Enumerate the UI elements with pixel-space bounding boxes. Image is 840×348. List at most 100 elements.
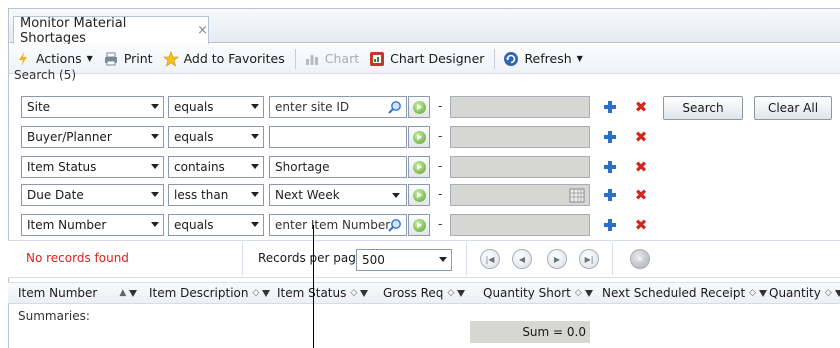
- operator-select[interactable]: equals: [168, 214, 264, 236]
- chevron-down-icon: [251, 134, 259, 139]
- chart-designer-button[interactable]: Chart Designer: [369, 51, 484, 67]
- go-arrow-icon: [412, 188, 426, 202]
- actions-menu[interactable]: Actions ▼: [15, 51, 93, 67]
- range-end-field: [450, 214, 590, 236]
- chevron-down-icon: [439, 257, 447, 262]
- operator-value: equals: [174, 218, 214, 232]
- field-select[interactable]: Item Status: [21, 156, 164, 178]
- sort-icon[interactable]: ◇: [350, 288, 357, 298]
- chart-designer-icon: [370, 51, 385, 66]
- column-quantity[interactable]: Quantity ◇: [769, 286, 840, 300]
- toolbar-divider: [494, 48, 496, 69]
- lookup-search-icon[interactable]: [387, 100, 402, 115]
- sort-icon[interactable]: ◇: [447, 288, 454, 298]
- sort-ascending-icon[interactable]: ▲: [119, 288, 126, 298]
- column-label: Item Description: [149, 286, 249, 300]
- first-page-icon[interactable]: |◀: [480, 249, 500, 269]
- calendar-icon[interactable]: [569, 188, 585, 203]
- column-item-description[interactable]: Item Description ◇: [149, 286, 271, 300]
- print-label: Print: [123, 51, 153, 66]
- cancel-icon[interactable]: ✕: [630, 249, 650, 269]
- remove-criteria-icon[interactable]: ✖: [634, 160, 648, 175]
- value-input[interactable]: [269, 126, 407, 148]
- column-item-number[interactable]: Item Number ▲: [18, 286, 138, 300]
- records-per-page-select[interactable]: 500: [356, 249, 452, 271]
- toolbar-divider: [294, 48, 296, 69]
- filter-icon[interactable]: [262, 289, 271, 297]
- previous-page-icon[interactable]: ◀: [512, 249, 532, 269]
- next-page-icon[interactable]: ▶: [547, 249, 567, 269]
- column-item-status[interactable]: Item Status ◇: [277, 286, 369, 300]
- remove-criteria-icon[interactable]: ✖: [634, 130, 648, 145]
- sort-icon[interactable]: ◇: [252, 288, 259, 298]
- field-select[interactable]: Item Number: [21, 214, 164, 236]
- column-quantity-short[interactable]: Quantity Short ◇: [483, 286, 593, 300]
- field-value: Site: [27, 100, 51, 114]
- field-select[interactable]: Buyer/Planner: [21, 126, 164, 148]
- add-to-favorites-button[interactable]: Add to Favorites: [162, 50, 285, 67]
- chevron-down-icon: [151, 192, 159, 197]
- results-status-bar: No records found Records per page: 500 |…: [8, 240, 840, 278]
- apply-button[interactable]: [408, 214, 430, 236]
- chevron-down-icon: [151, 222, 159, 227]
- filter-icon[interactable]: [457, 289, 466, 297]
- filter-icon[interactable]: [759, 289, 768, 297]
- apply-button[interactable]: [408, 184, 430, 206]
- lookup-search-icon[interactable]: [387, 218, 402, 233]
- chevron-down-icon: [251, 104, 259, 109]
- favorites-label: Add to Favorites: [183, 51, 285, 66]
- refresh-menu[interactable]: Refresh ▼: [503, 51, 583, 67]
- remove-criteria-icon[interactable]: ✖: [634, 188, 648, 203]
- field-value: Item Number: [27, 218, 107, 232]
- add-criteria-icon[interactable]: [603, 188, 617, 202]
- column-next-scheduled-receipt[interactable]: Next Scheduled Receipt ◇: [602, 286, 768, 300]
- print-button[interactable]: Print: [103, 51, 153, 67]
- field-value: Due Date: [27, 188, 84, 202]
- actions-label: Actions: [36, 51, 82, 66]
- chevron-down-icon: [151, 164, 159, 169]
- sort-icon[interactable]: ◇: [575, 288, 582, 298]
- sort-icon[interactable]: ◇: [825, 288, 832, 298]
- value-input[interactable]: Shortage: [269, 156, 407, 178]
- tab-monitor-material-shortages[interactable]: Monitor Material Shortages ×: [13, 16, 209, 46]
- add-criteria-icon[interactable]: [603, 130, 617, 144]
- filter-icon[interactable]: [129, 289, 138, 297]
- value-input[interactable]: enter Item Number: [269, 214, 407, 236]
- remove-criteria-icon[interactable]: ✖: [634, 218, 648, 233]
- column-gross-req[interactable]: Gross Req ◇: [383, 286, 466, 300]
- apply-button[interactable]: [408, 126, 430, 148]
- chart-button[interactable]: Chart: [304, 51, 359, 67]
- chevron-down-icon: [251, 222, 259, 227]
- operator-select[interactable]: equals: [168, 126, 264, 148]
- add-criteria-icon[interactable]: [603, 100, 617, 114]
- tab-strip: Monitor Material Shortages ×: [9, 9, 840, 46]
- sort-icon[interactable]: ◇: [749, 288, 756, 298]
- close-icon[interactable]: ×: [197, 23, 208, 38]
- value-input[interactable]: enter site ID: [269, 96, 407, 118]
- filter-icon[interactable]: [834, 289, 840, 297]
- add-criteria-icon[interactable]: [603, 218, 617, 232]
- search-button[interactable]: Search: [663, 96, 743, 120]
- field-value: Item Status: [27, 160, 97, 174]
- last-page-icon[interactable]: ▶|: [579, 249, 599, 269]
- clear-all-button[interactable]: Clear All: [754, 96, 832, 120]
- field-select[interactable]: Due Date: [21, 184, 164, 206]
- field-select[interactable]: Site: [21, 96, 164, 118]
- add-criteria-icon[interactable]: [603, 160, 617, 174]
- range-end-field: [450, 184, 590, 206]
- results-grid-header: Item Number ▲ Item Description ◇ Item St…: [8, 282, 840, 304]
- go-arrow-icon: [412, 130, 426, 144]
- summaries-label: Summaries:: [18, 309, 90, 323]
- apply-button[interactable]: [408, 96, 430, 118]
- chevron-down-icon[interactable]: [392, 193, 400, 198]
- filter-icon[interactable]: [584, 289, 593, 297]
- range-end-field: [450, 96, 590, 118]
- divider: [242, 243, 243, 275]
- filter-icon[interactable]: [360, 289, 369, 297]
- operator-select[interactable]: less than: [168, 184, 264, 206]
- remove-criteria-icon[interactable]: ✖: [634, 100, 648, 115]
- operator-select[interactable]: contains: [168, 156, 264, 178]
- apply-button[interactable]: [408, 156, 430, 178]
- value-input[interactable]: Next Week: [269, 184, 407, 206]
- operator-select[interactable]: equals: [168, 96, 264, 118]
